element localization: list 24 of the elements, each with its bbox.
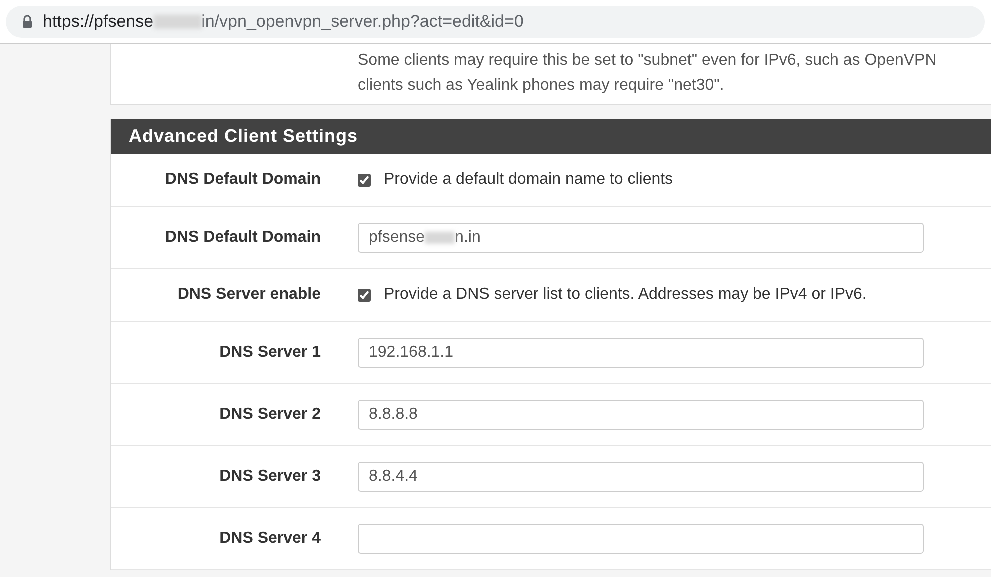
input-field[interactable]: 8.8.8.8 bbox=[358, 400, 924, 430]
help-text: clients such as Yealink phones may require "net30". bbox=[358, 76, 726, 96]
section-title: Advanced Client Settings bbox=[129, 125, 358, 148]
input-field[interactable]: 8.8.4.4 bbox=[358, 462, 924, 492]
url-host-text: https://pfsense bbox=[43, 10, 154, 33]
help-text: Some clients may require this be set to "subnet" even for IPv6, such as OpenVPN bbox=[358, 51, 938, 71]
field-label: DNS Server 4 bbox=[218, 528, 321, 548]
checkbox-label: Provide a DNS server list to clients. Addresses may be IPv4 or IPv6. bbox=[384, 285, 867, 305]
field-label: DNS Default Domain bbox=[164, 170, 321, 190]
checkbox[interactable] bbox=[358, 288, 371, 302]
field-label: DNS Server 2 bbox=[218, 404, 321, 424]
redaction-blur bbox=[154, 14, 202, 28]
address-bar[interactable]: https://pfsense in/vpn_openvpn_server.php?act=edit&id=0 bbox=[6, 6, 985, 38]
input-field[interactable]: pfsense n.in bbox=[358, 222, 924, 252]
field-label: DNS Server enable bbox=[176, 285, 321, 305]
field-label: DNS Server 3 bbox=[218, 466, 321, 486]
input-field[interactable] bbox=[358, 524, 924, 554]
checkbox[interactable] bbox=[358, 174, 371, 186]
field-label: DNS Default Domain bbox=[164, 228, 321, 248]
checkbox-label: Provide a default domain name to clients bbox=[384, 170, 674, 190]
url-path-text: in/vpn_openvpn_server.php?act=edit&id=0 bbox=[202, 10, 524, 33]
field-label: DNS Server 1 bbox=[218, 342, 321, 362]
lock-icon bbox=[22, 15, 33, 28]
input-field[interactable]: 192.168.1.1 bbox=[358, 338, 924, 368]
